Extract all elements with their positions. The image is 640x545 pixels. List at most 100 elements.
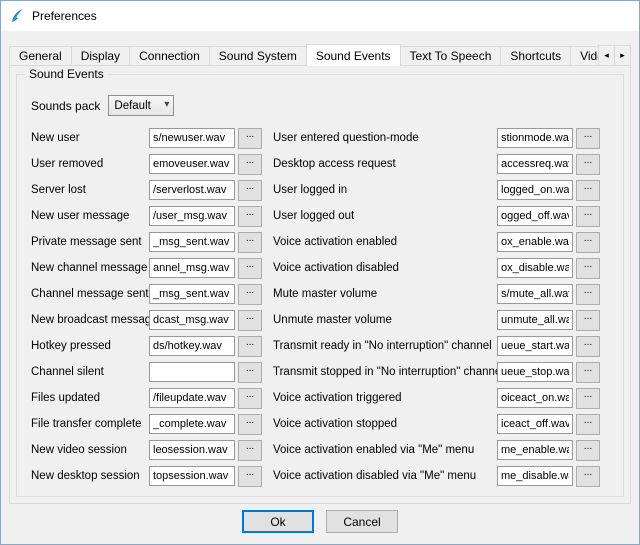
sound-event-label: Private message sent [31,236,149,248]
sound-event-label: User entered question-mode [273,132,497,144]
sound-event-label: Hotkey pressed [31,340,149,352]
sound-event-row: File transfer complete... [31,411,262,437]
browse-button[interactable]: ... [576,154,600,175]
sound-file-input[interactable] [497,128,573,148]
sound-file-input[interactable] [149,388,235,408]
sound-file-input[interactable] [497,362,573,382]
sound-file-input[interactable] [497,206,573,226]
browse-button[interactable]: ... [238,388,262,409]
tab-sound-events[interactable]: Sound Events [306,44,401,66]
browse-button[interactable]: ... [576,310,600,331]
sound-event-label: Desktop access request [273,158,497,170]
sound-event-label: New desktop session [31,470,149,482]
browse-button[interactable]: ... [576,336,600,357]
browse-button[interactable]: ... [238,284,262,305]
browse-button[interactable]: ... [238,362,262,383]
sound-file-input[interactable] [149,232,235,252]
sound-file-input[interactable] [497,466,573,486]
tab-scroll-right-button[interactable]: ▸ [614,45,631,66]
browse-button[interactable]: ... [576,284,600,305]
sound-event-label: Mute master volume [273,288,497,300]
browse-button[interactable]: ... [576,128,600,149]
sound-file-input[interactable] [497,310,573,330]
sound-events-group: Sound Events Sounds pack Default ▾ New u… [16,74,624,497]
sound-file-input[interactable] [497,414,573,434]
sound-event-label: Files updated [31,392,149,404]
browse-button[interactable]: ... [238,206,262,227]
sound-file-input[interactable] [149,154,235,174]
sound-file-input[interactable] [149,206,235,226]
sound-file-input[interactable] [149,466,235,486]
sounds-pack-label: Sounds pack [31,99,100,113]
sound-event-label: New video session [31,444,149,456]
sound-event-label: New user [31,132,149,144]
sound-event-row: Voice activation disabled... [273,255,600,281]
browse-button[interactable]: ... [238,414,262,435]
browse-button[interactable]: ... [576,388,600,409]
browse-button[interactable]: ... [576,414,600,435]
sound-file-input[interactable] [497,232,573,252]
sound-event-row: Voice activation enabled... [273,229,600,255]
tab-text-to-speech[interactable]: Text To Speech [400,46,502,66]
browse-button[interactable]: ... [238,128,262,149]
sound-event-row: Files updated... [31,385,262,411]
tab-scroll-left-button[interactable]: ◂ [598,45,615,66]
sound-file-input[interactable] [149,414,235,434]
ok-button[interactable]: Ok [242,510,314,533]
sound-event-row: User logged out... [273,203,600,229]
sound-event-row: User entered question-mode... [273,125,600,151]
sound-event-label: File transfer complete [31,418,149,430]
sound-event-label: User logged in [273,184,497,196]
sound-file-input[interactable] [149,258,235,278]
browse-button[interactable]: ... [238,440,262,461]
sound-file-input[interactable] [497,284,573,304]
browse-button[interactable]: ... [576,362,600,383]
sound-event-row: Voice activation triggered... [273,385,600,411]
app-icon [9,8,25,24]
browse-button[interactable]: ... [238,336,262,357]
browse-button[interactable]: ... [576,180,600,201]
sound-event-row: User removed... [31,151,262,177]
sound-file-input[interactable] [149,310,235,330]
sound-event-row: New channel message... [31,255,262,281]
sound-file-input[interactable] [497,258,573,278]
sound-event-row: User logged in... [273,177,600,203]
sound-event-row: Mute master volume... [273,281,600,307]
browse-button[interactable]: ... [576,232,600,253]
browse-button[interactable]: ... [576,206,600,227]
tab-shortcuts[interactable]: Shortcuts [500,46,571,66]
sound-file-input[interactable] [497,180,573,200]
sound-file-input[interactable] [149,336,235,356]
browse-button[interactable]: ... [576,258,600,279]
sound-file-input[interactable] [497,154,573,174]
sound-event-row: Transmit ready in "No interruption" chan… [273,333,600,359]
browse-button[interactable]: ... [238,310,262,331]
tab-sound-system[interactable]: Sound System [209,46,307,66]
sound-event-label: New user message [31,210,149,222]
sound-file-input[interactable] [149,284,235,304]
browse-button[interactable]: ... [238,154,262,175]
tab-connection[interactable]: Connection [129,46,210,66]
sound-file-input[interactable] [149,362,235,382]
sound-event-label: Voice activation enabled via "Me" menu [273,444,497,456]
browse-button[interactable]: ... [238,258,262,279]
tab-general[interactable]: General [9,46,72,66]
sound-file-input[interactable] [149,440,235,460]
cancel-button[interactable]: Cancel [326,510,398,533]
sound-file-input[interactable] [497,388,573,408]
sound-event-label: Voice activation stopped [273,418,497,430]
browse-button[interactable]: ... [576,466,600,487]
sound-file-input[interactable] [497,440,573,460]
sound-file-input[interactable] [149,180,235,200]
tab-display[interactable]: Display [71,46,130,66]
sound-event-label: Transmit stopped in "No interruption" ch… [273,366,497,378]
browse-button[interactable]: ... [238,466,262,487]
sound-events-column-right: User entered question-mode... Desktop acc… [273,125,600,489]
browse-button[interactable]: ... [238,232,262,253]
sound-file-input[interactable] [497,336,573,356]
browse-button[interactable]: ... [238,180,262,201]
browse-button[interactable]: ... [576,440,600,461]
sounds-pack-select[interactable]: Default ▾ [108,95,174,116]
chevron-down-icon: ▾ [164,99,169,110]
sound-file-input[interactable] [149,128,235,148]
